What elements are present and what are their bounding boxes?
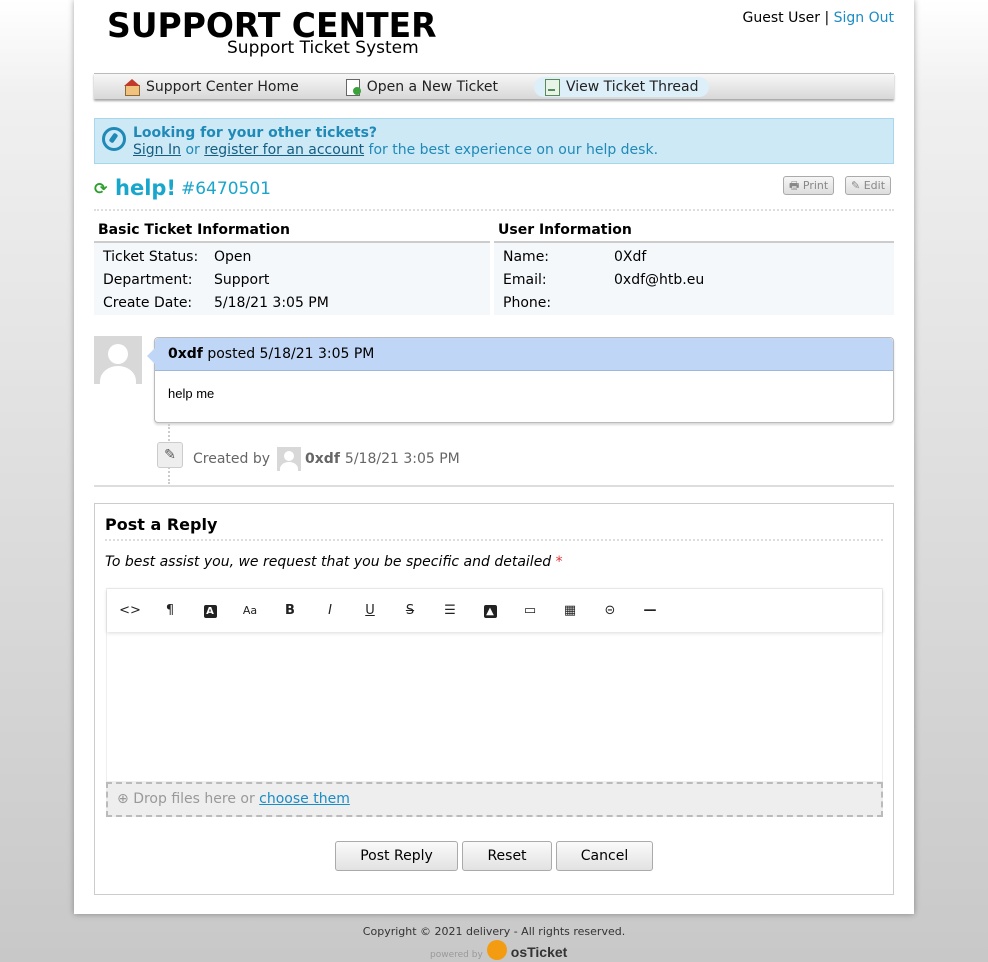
table-icon[interactable]: ▦	[550, 596, 590, 626]
print-button[interactable]: 🖶 Print	[783, 176, 835, 195]
instructions-text: To best assist you, we request that you …	[105, 554, 552, 570]
edit-label: Edit	[863, 179, 886, 192]
reply-title: Post a Reply	[105, 515, 218, 534]
drop-text: Drop files here or	[133, 791, 255, 807]
message-poster: 0xdf	[168, 346, 203, 362]
ticket-subject: help!	[115, 176, 177, 200]
print-icon: 🖶	[789, 179, 800, 192]
reply-instructions: To best assist you, we request that you …	[105, 554, 563, 570]
cancel-button[interactable]: Cancel	[556, 841, 653, 871]
info-label: Phone:	[503, 294, 552, 311]
info-row: Phone:	[494, 291, 894, 314]
avatar	[94, 336, 142, 384]
register-link[interactable]: register for an account	[204, 142, 364, 158]
info-label: Create Date:	[103, 294, 193, 311]
image-icon[interactable]: ▲	[470, 596, 510, 626]
info-row: Name: 0Xdf	[494, 245, 894, 268]
file-dropzone[interactable]: ⊕ Drop files here or choose them	[106, 782, 883, 817]
footer-copyright: Copyright © 2021 delivery - All rights r…	[362, 925, 626, 938]
message-body: help me	[168, 386, 215, 401]
edit-icon: ✎	[851, 179, 861, 192]
video-icon[interactable]: ▭	[510, 596, 550, 626]
event-prefix: Created by	[193, 451, 271, 467]
mini-avatar	[277, 447, 302, 471]
bold-icon[interactable]: B	[270, 596, 310, 626]
horizontal-rule-icon[interactable]: —	[630, 596, 670, 626]
refresh-icon[interactable]: ⟳	[94, 181, 110, 197]
reply-form: Post a Reply To best assist you, we requ…	[94, 503, 894, 895]
info-value: 0Xdf	[614, 248, 647, 265]
paragraph-icon[interactable]: ¶	[150, 596, 190, 626]
text-color-icon[interactable]: A	[190, 596, 230, 626]
upload-icon: ⊕	[117, 791, 129, 807]
basic-info-heading: Basic Ticket Information	[94, 220, 490, 243]
reset-button[interactable]: Reset	[462, 841, 552, 871]
info-notice: Looking for your other tickets? Sign In …	[94, 118, 894, 164]
info-label: Department:	[103, 271, 193, 288]
italic-icon[interactable]: I	[310, 596, 350, 626]
rich-text-editor[interactable]: <> ¶ A Aa B I U S ☰ ▲ ▭ ▦ ⊝ —	[106, 588, 883, 782]
message-arrow	[147, 348, 155, 364]
underline-icon[interactable]: U	[350, 596, 390, 626]
ticket-number: #6470501	[181, 179, 271, 199]
info-value: Support	[214, 271, 270, 288]
magic-wand-icon: ✎	[157, 442, 183, 468]
brand-name: osTicket	[510, 944, 568, 960]
code-view-icon[interactable]: <>	[110, 596, 150, 626]
sign-in-link[interactable]: Sign In	[133, 142, 181, 158]
message-time: 5/18/21 3:05 PM	[259, 346, 375, 362]
strikethrough-icon[interactable]: S	[390, 596, 430, 626]
list-icon[interactable]: ☰	[430, 596, 470, 626]
notice-tail: for the best experience on our help desk…	[368, 142, 659, 158]
choose-files-link[interactable]: choose them	[259, 791, 350, 807]
powered-by-logo[interactable]: powered by osTicket	[430, 940, 567, 960]
event-time: 5/18/21 3:05 PM	[344, 451, 460, 467]
divider	[94, 485, 894, 487]
info-label: Name:	[503, 248, 550, 265]
notice-title: Looking for your other tickets?	[133, 125, 378, 141]
info-row: Ticket Status: Open	[94, 245, 490, 268]
user-info-heading: User Information	[494, 220, 894, 243]
notice-text: Sign In or register for an account for t…	[133, 142, 658, 158]
thread-event: Created by 0xdf 5/18/21 3:05 PM	[193, 447, 460, 471]
user-info-body: Name: 0Xdf Email: 0xdf@htb.eu Phone:	[494, 243, 894, 315]
required-mark: *	[555, 554, 563, 570]
info-label: Ticket Status:	[103, 248, 199, 265]
notice-or: or	[185, 142, 200, 158]
basic-info-body: Ticket Status: Open Department: Support …	[94, 243, 490, 315]
thread-message: 0xdf posted 5/18/21 3:05 PM help me	[147, 337, 894, 423]
font-size-icon[interactable]: Aa	[230, 596, 270, 626]
info-value: 5/18/21 3:05 PM	[214, 294, 329, 311]
event-user: 0xdf	[305, 451, 340, 467]
basic-info-table: Basic Ticket Information Ticket Status: …	[94, 220, 490, 315]
info-row: Create Date: 5/18/21 3:05 PM	[94, 291, 490, 314]
user-info-table: User Information Name: 0Xdf Email: 0xdf@…	[494, 220, 894, 315]
powered-by-text: powered by	[430, 950, 483, 960]
compass-icon	[102, 127, 126, 151]
info-value: 0xdf@htb.eu	[614, 271, 705, 288]
print-label: Print	[802, 179, 829, 192]
link-icon[interactable]: ⊝	[590, 596, 630, 626]
message-header: 0xdf posted 5/18/21 3:05 PM	[155, 338, 893, 371]
post-reply-button[interactable]: Post Reply	[335, 841, 458, 871]
divider	[94, 209, 894, 211]
info-row: Email: 0xdf@htb.eu	[494, 268, 894, 291]
divider	[105, 539, 883, 541]
info-value: Open	[214, 248, 252, 265]
edit-button[interactable]: ✎ Edit	[845, 176, 892, 195]
osticket-logo-icon	[486, 940, 507, 960]
info-row: Department: Support	[94, 268, 490, 291]
content: Looking for your other tickets? Sign In …	[74, 0, 914, 914]
editor-body[interactable]	[107, 632, 882, 782]
editor-toolbar: <> ¶ A Aa B I U S ☰ ▲ ▭ ▦ ⊝ —	[107, 589, 882, 632]
message-posted-text: posted	[207, 346, 256, 362]
info-label: Email:	[503, 271, 547, 288]
